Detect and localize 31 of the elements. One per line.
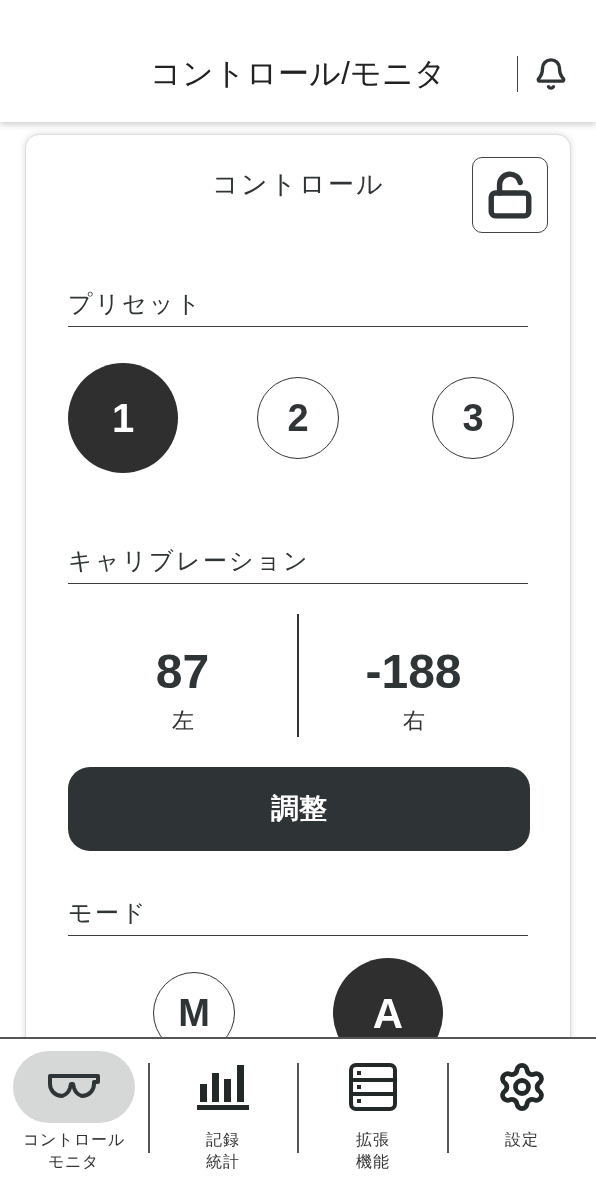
nav-label: 記録 xyxy=(206,1130,241,1150)
list-icon xyxy=(348,1063,397,1111)
preset-button[interactable]: 3 xyxy=(432,377,514,459)
nav-label: 機能 xyxy=(355,1152,390,1172)
nav-label: 拡張 xyxy=(355,1130,390,1150)
calibration-label: 右 xyxy=(402,707,425,735)
bell-icon[interactable] xyxy=(534,57,568,91)
section-heading: プリセット xyxy=(68,286,528,327)
nav-tab[interactable]: コントロール モニタ xyxy=(0,1051,148,1173)
mode-button[interactable]: M xyxy=(153,972,235,1037)
nav-label: コントロール xyxy=(22,1130,125,1150)
mode-button[interactable]: A xyxy=(333,958,443,1037)
bar-chart-icon xyxy=(197,1064,250,1110)
section-heading: キャリブレーション xyxy=(68,543,528,584)
nav-tab[interactable]: 記録 統計 xyxy=(149,1051,297,1173)
calibration-label: 左 xyxy=(171,707,194,735)
adjust-button[interactable]: 調整 xyxy=(68,767,530,851)
nav-label: 設定 xyxy=(505,1130,540,1150)
nav-label: モニタ xyxy=(48,1152,100,1172)
card-title: コントロール xyxy=(211,168,385,201)
nav-tab[interactable]: 設定 xyxy=(448,1051,596,1151)
page-title: コントロール/モニタ xyxy=(150,54,446,93)
calibration-value: -188 xyxy=(365,648,462,696)
lock-button[interactable] xyxy=(472,157,548,233)
preset-button[interactable]: 2 xyxy=(257,377,339,459)
nav-tab[interactable]: 拡張 機能 xyxy=(299,1051,447,1173)
preset-button[interactable]: 1 xyxy=(68,363,178,473)
calibration-value: 87 xyxy=(155,648,210,696)
section-heading: モード xyxy=(68,895,528,936)
glasses-icon xyxy=(47,1074,100,1100)
nav-label: 統計 xyxy=(206,1152,241,1172)
